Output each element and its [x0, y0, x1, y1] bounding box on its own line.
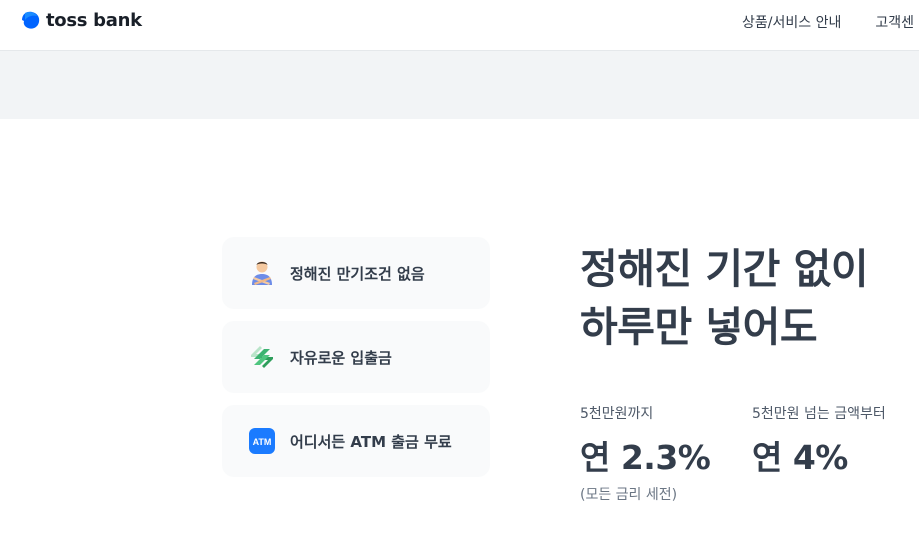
logo-text: toss bank: [46, 9, 142, 31]
feature-label: 어디서든 ATM 출금 무료: [290, 432, 452, 451]
transfer-arrows-icon: [248, 343, 276, 371]
toss-logo-icon: [22, 11, 40, 29]
toss-bank-logo[interactable]: toss bank: [20, 9, 142, 31]
feature-card-free-atm: ATM 어디서든 ATM 출금 무료: [222, 405, 490, 477]
pre-tax-footnote: (모든 금리 세전): [580, 487, 678, 503]
feature-card-free-transfer: 자유로운 입출금: [222, 321, 490, 393]
headline-line-2: 하루만 넣어도: [580, 303, 818, 351]
crossed-arms-person-icon: [248, 259, 276, 287]
rate-value: 연 4%: [752, 438, 848, 477]
nav-products-services[interactable]: 상품/서비스 안내: [742, 12, 841, 32]
atm-icon: ATM: [248, 427, 276, 455]
rate-label: 5천만원까지: [580, 406, 654, 422]
atm-icon-text: ATM: [253, 437, 272, 447]
gray-banner: [0, 51, 919, 119]
rate-value: 연 2.3%: [580, 438, 711, 477]
feature-label: 자유로운 입출금: [290, 348, 392, 367]
top-header: toss bank 상품/서비스 안내 고객센: [0, 0, 919, 51]
feature-cards: 정해진 만기조건 없음 자유로운 입출금 ATM 어디서든 ATM 출금 무료: [222, 237, 490, 489]
nav-customer-center[interactable]: 고객센: [875, 12, 914, 32]
rate-label: 5천만원 넘는 금액부터: [752, 406, 886, 422]
rate-block-under-50m: 5천만원까지 연 2.3%: [580, 403, 711, 479]
feature-card-no-maturity: 정해진 만기조건 없음: [222, 237, 490, 309]
feature-label: 정해진 만기조건 없음: [290, 264, 425, 283]
main-nav: 상품/서비스 안내 고객센: [742, 12, 914, 32]
rate-block-over-50m: 5천만원 넘는 금액부터 연 4%: [752, 403, 886, 479]
page-headline: 정해진 기간 없이 하루만 넣어도: [580, 240, 869, 356]
headline-line-1: 정해진 기간 없이: [580, 245, 869, 293]
